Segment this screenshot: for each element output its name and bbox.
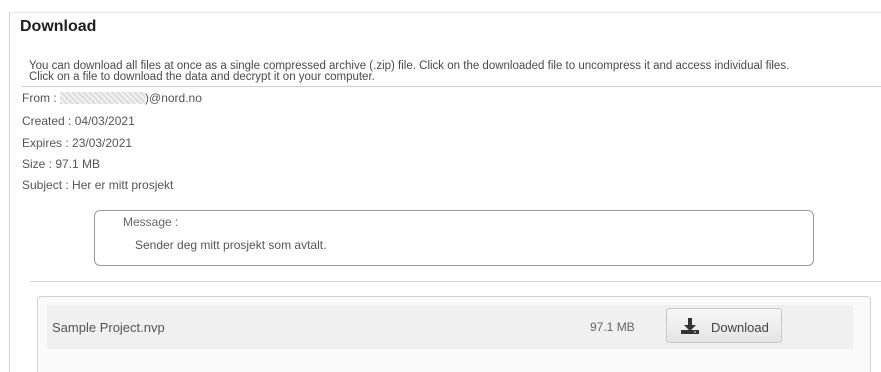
message-box: Message : Sender deg mitt prosjekt som a… [94,210,814,266]
download-button[interactable]: Download [666,308,782,343]
page-title: Download [20,18,97,35]
download-button-label: Download [711,320,769,335]
intro-line-2: Click on a file to download the data and… [29,71,375,83]
file-row: Sample Project.nvp 97.1 MB Download [47,305,853,349]
size-value: Size : 97.1 MB [22,157,101,171]
intro-text: You can download all files at once as a … [29,60,869,83]
from-value: )@nord.no [145,91,202,105]
created-date: Created : 04/03/2021 [22,114,135,128]
subject-value: Subject : Her er mitt prosjekt [22,178,174,192]
download-icon [681,318,699,334]
expires-date: Expires : 23/03/2021 [22,136,133,150]
message-label: Message : [123,215,179,229]
divider [22,86,881,87]
from-label: From : [22,91,57,105]
redacted-sender [60,92,146,104]
message-text: Sender deg mitt prosjekt som avtalt. [135,238,327,252]
from-row: From : )@nord.no [22,91,202,105]
file-size: 97.1 MB [590,320,635,334]
section-divider [30,281,881,282]
file-name[interactable]: Sample Project.nvp [52,320,165,335]
file-list: Sample Project.nvp 97.1 MB Download [37,296,871,372]
